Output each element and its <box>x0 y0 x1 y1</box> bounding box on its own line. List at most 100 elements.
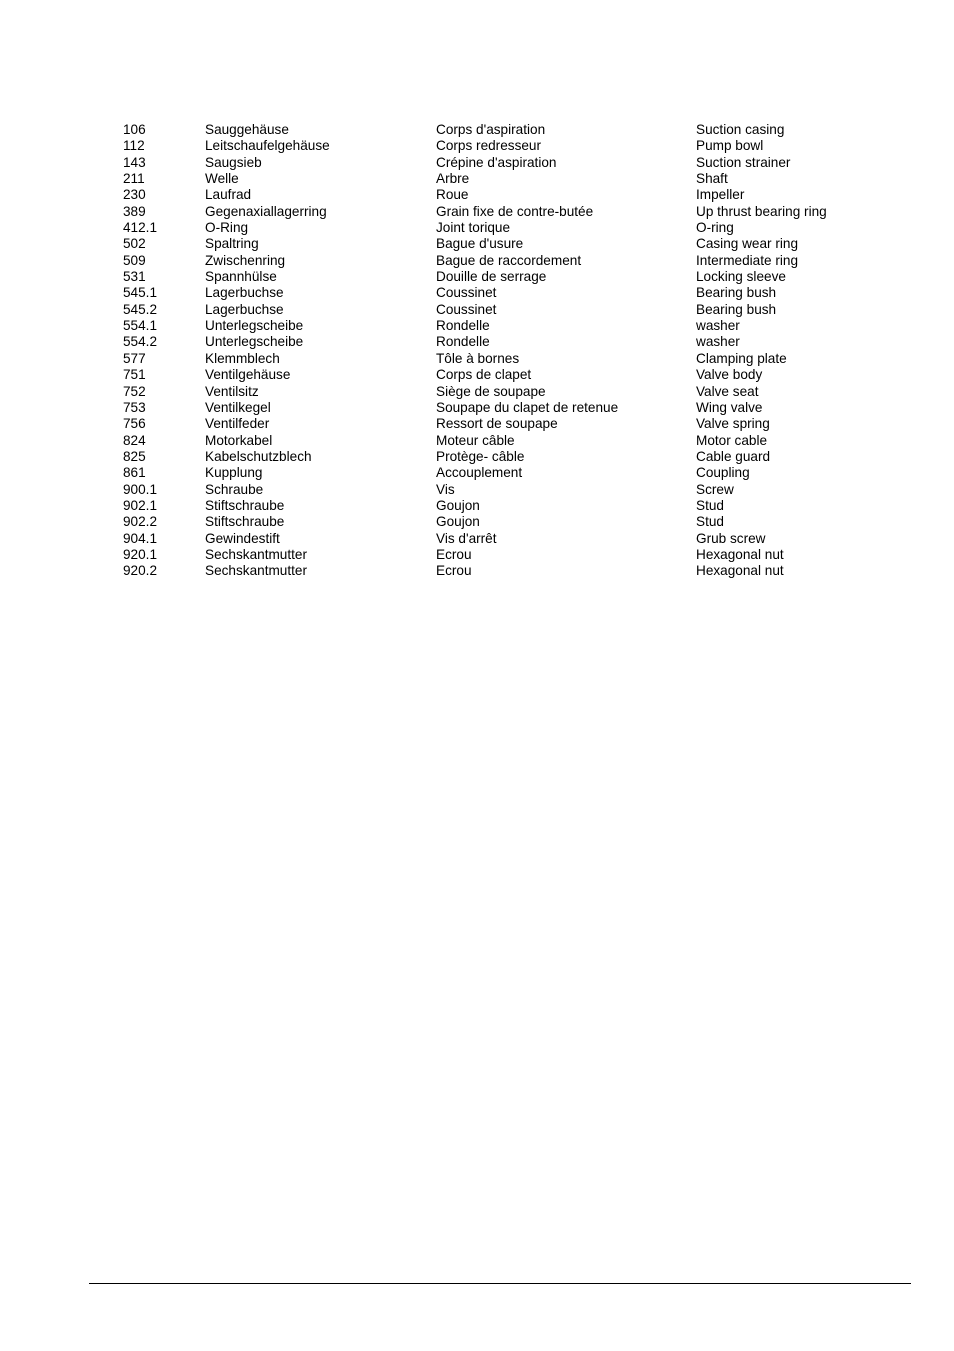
part-name-french: Crépine d'aspiration <box>436 154 557 170</box>
table-row: 756 Ventilfeder Ressort de soupape Valve sp… <box>123 416 903 432</box>
table-row: 143 Saugsieb Crépine d'aspiration Suction s… <box>123 155 903 171</box>
part-name-german: Sechskantmutter <box>205 563 307 579</box>
part-name-german: Ventilfeder <box>205 416 270 432</box>
table-row: 902.2 Stiftschraube Goujon Stud <box>123 514 903 530</box>
part-name-french: Goujon <box>436 514 480 530</box>
part-number: 389 <box>123 203 146 219</box>
table-row: 106 Sauggehäuse Corps d'aspiration Suction … <box>123 122 903 138</box>
part-name-german: Kupplung <box>205 465 263 481</box>
part-name-german: Lagerbuchse <box>205 301 284 317</box>
part-name-german: Ventilkegel <box>205 399 271 415</box>
table-row: 920.1 Sechskantmutter Ecrou Hexagonal nut <box>123 547 903 563</box>
part-number: 509 <box>123 252 146 268</box>
part-number: 902.2 <box>123 514 158 530</box>
part-name-english: Impeller <box>696 187 745 203</box>
part-name-french: Ecrou <box>436 563 472 579</box>
part-name-french: Bague de raccordement <box>436 252 582 268</box>
part-number: 106 <box>123 122 146 137</box>
part-number: 861 <box>123 465 146 481</box>
part-name-french: Corps redresseur <box>436 138 542 154</box>
part-name-english: Hexagonal nut <box>696 563 784 579</box>
part-name-german: Laufrad <box>205 187 252 203</box>
table-row: 554.1 Unterlegscheibe Rondelle washer <box>123 318 903 334</box>
part-name-english: Bearing bush <box>696 301 777 317</box>
table-row: 502 Spaltring Bague d'usure Casing wear rin… <box>123 236 903 252</box>
part-number: 920.2 <box>123 563 158 579</box>
part-number: 230 <box>123 187 146 203</box>
part-name-german: Welle <box>205 171 239 187</box>
part-name-german: Spaltring <box>205 236 259 252</box>
part-number: 112 <box>123 138 145 154</box>
part-number: 756 <box>123 416 146 432</box>
footer-divider <box>89 1283 911 1284</box>
part-name-german: Kabelschutzblech <box>205 448 312 464</box>
part-number: 554.2 <box>123 334 158 350</box>
table-row: 920.2 Sechskantmutter Ecrou Hexagonal nut <box>123 563 903 579</box>
part-name-german: Saugsieb <box>205 154 262 170</box>
part-number: 545.2 <box>123 301 158 317</box>
part-name-german: Sauggehäuse <box>205 122 289 137</box>
part-name-english: Locking sleeve <box>696 269 786 285</box>
part-number: 554.1 <box>123 318 158 334</box>
part-name-french: Soupape du clapet de retenue <box>436 399 619 415</box>
part-name-german: Gewindestift <box>205 530 280 546</box>
part-name-english: Stud <box>696 514 724 530</box>
table-row: 904.1 Gewindestift Vis d'arrêt Grub screw <box>123 531 903 547</box>
part-name-german: Ventilsitz <box>205 383 259 399</box>
table-row: 389 Gegenaxiallagerring Grain fixe de cont… <box>123 204 903 220</box>
part-name-french: Rondelle <box>436 318 490 334</box>
part-name-german: Unterlegscheibe <box>205 334 304 350</box>
part-name-french: Roue <box>436 187 469 203</box>
part-name-english: Valve spring <box>696 416 770 432</box>
part-name-english: Stud <box>696 497 724 513</box>
table-row: 230 Laufrad Roue Impeller <box>123 187 903 203</box>
part-name-french: Grain fixe de contre-butée <box>436 203 594 219</box>
part-name-french: Rondelle <box>436 334 490 350</box>
part-name-french: Douille de serrage <box>436 269 547 285</box>
part-name-german: Lagerbuchse <box>205 285 284 301</box>
part-number: 412.1 <box>123 220 158 236</box>
table-row: 577 Klemmblech Tôle à bornes Clamping plate <box>123 351 903 367</box>
part-name-english: Screw <box>696 481 734 497</box>
part-number: 753 <box>123 399 146 415</box>
part-number: 752 <box>123 383 146 399</box>
part-name-french: Vis d'arrêt <box>436 530 497 546</box>
part-number: 531 <box>123 269 146 285</box>
part-name-french: Protège- câble <box>436 448 525 464</box>
table-row: 824 Motorkabel Moteur câble Motor cable <box>123 433 903 449</box>
part-name-english: Valve seat <box>696 383 759 399</box>
part-name-english: Cable guard <box>696 448 771 464</box>
part-name-german: Spannhülse <box>205 269 277 285</box>
part-name-english: Suction casing <box>696 122 785 137</box>
part-number: 502 <box>123 236 146 252</box>
part-name-french: Moteur câble <box>436 432 515 448</box>
part-name-english: Shaft <box>696 171 728 187</box>
table-row: 531 Spannhülse Douille de serrage Locking s… <box>123 269 903 285</box>
part-number: 825 <box>123 448 146 464</box>
table-row: 861 Kupplung Accouplement Coupling <box>123 465 903 481</box>
part-name-english: Pump bowl <box>696 138 764 154</box>
part-name-french: Arbre <box>436 171 470 187</box>
part-number: 904.1 <box>123 530 158 546</box>
part-name-french: Goujon <box>436 497 480 513</box>
part-name-german: Leitschaufelgehäuse <box>205 138 330 154</box>
table-row: 554.2 Unterlegscheibe Rondelle washer <box>123 334 903 350</box>
part-name-english: Intermediate ring <box>696 252 799 268</box>
table-row: 753 Ventilkegel Soupape du clapet de reten… <box>123 400 903 416</box>
part-number: 824 <box>123 432 146 448</box>
part-name-german: Motorkabel <box>205 432 273 448</box>
table-row: 902.1 Stiftschraube Goujon Stud <box>123 498 903 514</box>
part-number: 577 <box>123 350 146 366</box>
part-number: 902.1 <box>123 497 158 513</box>
part-name-english: Hexagonal nut <box>696 546 784 562</box>
part-number: 900.1 <box>123 481 158 497</box>
part-name-french: Siège de soupape <box>436 383 546 399</box>
part-number: 920.1 <box>123 546 158 562</box>
part-name-english: washer <box>696 318 740 334</box>
part-name-english: Wing valve <box>696 399 763 415</box>
part-name-english: Valve body <box>696 367 763 383</box>
part-name-english: Up thrust bearing ring <box>696 203 827 219</box>
part-name-german: Gegenaxiallagerring <box>205 203 327 219</box>
part-number: 211 <box>123 171 145 187</box>
part-name-german: O-Ring <box>205 220 249 236</box>
